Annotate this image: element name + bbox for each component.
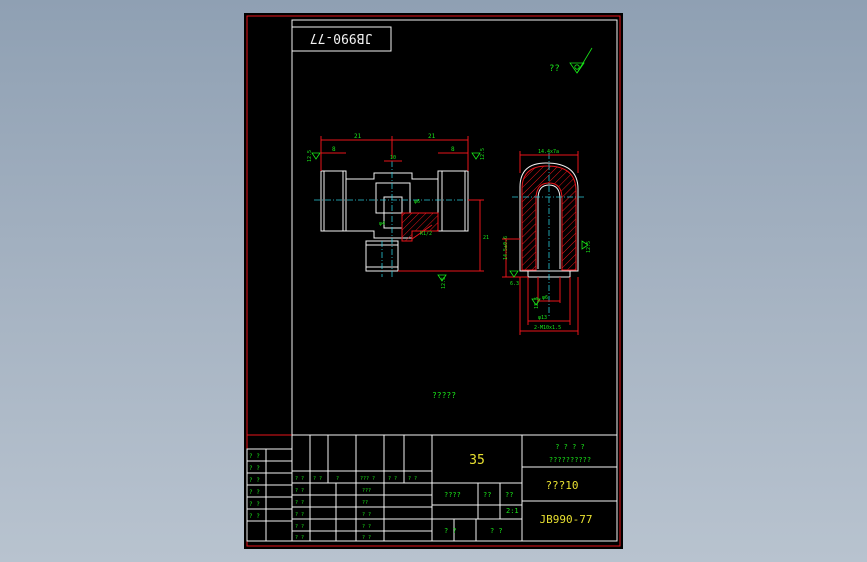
svg-text:2-M10x1.5: 2-M10x1.5 <box>534 325 561 331</box>
cad-drawing: JB990-77 ?? 21 21 8 8 10 φ6 φ4 R1/2 21 1… <box>246 15 621 547</box>
svg-text:? ?: ? ? <box>295 535 304 541</box>
svg-text:21: 21 <box>354 133 362 140</box>
svg-text:? ?: ? ? <box>295 512 304 518</box>
svg-text:? ?: ? ? <box>444 527 457 535</box>
check-triangle-icon <box>569 47 593 74</box>
svg-text:φ13: φ13 <box>538 315 547 321</box>
svg-text:??: ?? <box>483 491 491 499</box>
svg-text:12.5: 12.5 <box>307 150 313 162</box>
svg-text:R1/2: R1/2 <box>420 231 432 237</box>
svg-text:? ? ? ?: ? ? ? ? <box>555 443 585 451</box>
side-view: 14.4x7a 14.5±0.6 φ6 φ13 2-M10x1.5 6.3 12… <box>502 149 592 335</box>
svg-text:????: ???? <box>444 491 461 499</box>
svg-text:??: ?? <box>362 500 368 506</box>
svg-text:12.5: 12.5 <box>441 277 447 289</box>
svg-text:? ?: ? ? <box>408 476 417 482</box>
svg-text:??: ?? <box>505 491 513 499</box>
svg-text:??? ?: ??? ? <box>360 476 375 482</box>
svg-text:21: 21 <box>428 133 436 140</box>
roughness-note: ?? <box>549 64 560 74</box>
svg-text:? ?: ? ? <box>249 477 260 484</box>
svg-text:φ6: φ6 <box>414 199 420 205</box>
svg-text:14.5±0.6: 14.5±0.6 <box>503 236 509 260</box>
svg-text:φ4: φ4 <box>379 221 385 227</box>
svg-text:21: 21 <box>483 235 489 241</box>
code-box-text: JB990-77 <box>310 30 373 45</box>
center-note: ????? <box>432 391 456 400</box>
svg-text:? ?: ? ? <box>249 489 260 496</box>
svg-text:? ?: ? ? <box>295 476 304 482</box>
svg-text:?: ? <box>336 476 339 482</box>
svg-text:? ?: ? ? <box>249 501 260 508</box>
svg-text:14.4x7a: 14.4x7a <box>538 149 559 155</box>
svg-text:? ?: ? ? <box>249 453 260 460</box>
drawing-number: JB990-77 <box>540 513 593 526</box>
front-view: 21 21 8 8 10 φ6 φ4 R1/2 21 12.5 12.5 12.… <box>307 133 489 289</box>
svg-text:6.3: 6.3 <box>510 281 519 287</box>
svg-text:12.5: 12.5 <box>534 297 540 309</box>
svg-text:? ?: ? ? <box>362 535 371 541</box>
svg-text:? ?: ? ? <box>388 476 397 482</box>
svg-text:???: ??? <box>362 488 371 494</box>
title-block: ? ? ? ? ? ? ? ? ? ? ? ? ? ? ? ? ? ??? ? … <box>246 434 618 542</box>
drawing-sheet: JB990-77 ?? 21 21 8 8 10 φ6 φ4 R1/2 21 1… <box>244 13 623 549</box>
svg-text:? ?: ? ? <box>295 488 304 494</box>
svg-text:??????????: ?????????? <box>549 456 591 464</box>
svg-text:12.5: 12.5 <box>586 241 592 253</box>
svg-text:? ?: ? ? <box>249 513 260 520</box>
svg-text:8: 8 <box>332 146 336 153</box>
material-value: 35 <box>469 453 485 468</box>
svg-text:? ?: ? ? <box>313 476 322 482</box>
svg-text:? ?: ? ? <box>295 524 304 530</box>
svg-text:? ?: ? ? <box>490 527 503 535</box>
svg-text:12.5: 12.5 <box>480 148 486 160</box>
part-name: ???10 <box>545 479 578 492</box>
svg-text:? ?: ? ? <box>249 465 260 472</box>
svg-text:? ?: ? ? <box>362 512 371 518</box>
svg-text:2:1: 2:1 <box>506 507 519 515</box>
svg-text:10: 10 <box>390 155 396 161</box>
svg-text:? ?: ? ? <box>362 524 371 530</box>
svg-text:? ?: ? ? <box>295 500 304 506</box>
svg-text:φ6: φ6 <box>542 295 548 301</box>
svg-text:8: 8 <box>451 146 455 153</box>
